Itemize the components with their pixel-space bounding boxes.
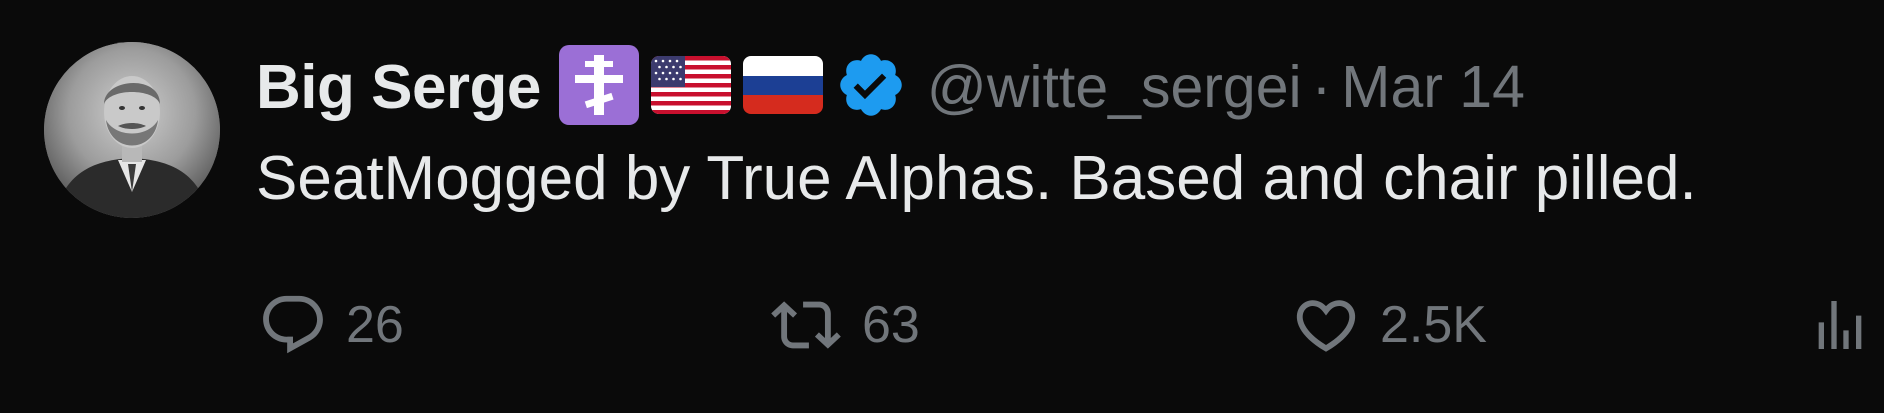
orthodox-cross-icon <box>558 44 639 130</box>
tweet-text: SeatMogged by True Alphas. Based and cha… <box>256 144 1697 213</box>
reply-count: 26 <box>346 296 404 354</box>
avatar-portrait <box>44 42 220 218</box>
reply-button[interactable]: 26 <box>258 290 404 360</box>
tweet-meta: @witte_sergei · Mar 14 <box>927 53 1525 121</box>
retweet-count: 63 <box>862 296 920 354</box>
display-name[interactable]: Big Serge <box>256 52 541 123</box>
like-count: 2.5K <box>1380 296 1487 354</box>
like-button[interactable]: 2.5K <box>1290 290 1487 360</box>
retweet-button[interactable]: 63 <box>768 290 920 360</box>
us-flag-icon <box>650 55 731 119</box>
heart-icon <box>1296 300 1356 352</box>
tweet-header: Big Serge @witte_sergei · Mar 14 <box>256 44 1525 130</box>
views-button[interactable] <box>1808 290 1872 360</box>
user-handle[interactable]: @witte_sergei <box>927 54 1302 120</box>
reply-icon <box>263 295 323 354</box>
verified-badge-icon[interactable] <box>835 49 907 126</box>
retweet-icon <box>771 301 841 349</box>
views-icon <box>1818 301 1862 349</box>
tweet-timestamp[interactable]: Mar 14 <box>1341 54 1525 120</box>
russia-flag-icon <box>742 55 823 119</box>
meta-separator: · <box>1311 54 1332 120</box>
tweet-actions: 26 63 2.5K <box>256 290 1884 360</box>
avatar[interactable] <box>44 42 220 218</box>
